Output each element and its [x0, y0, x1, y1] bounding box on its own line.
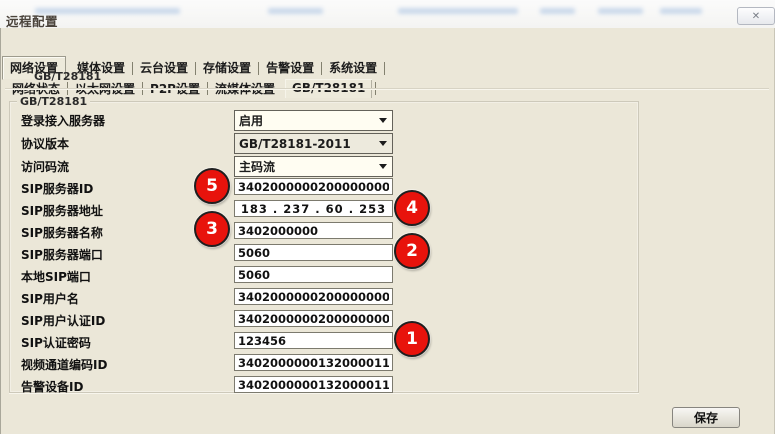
- annotation-badge-2: 2: [394, 233, 430, 269]
- sip-server-port-input[interactable]: [234, 244, 393, 261]
- sip-server-id-input[interactable]: [234, 178, 393, 195]
- select-value: GB/T28181-2011: [239, 137, 351, 151]
- page-divider: [5, 88, 769, 89]
- select-value: 主码流: [239, 158, 275, 175]
- field-label: SIP服务器端口: [21, 246, 103, 263]
- close-button[interactable]: ✕: [737, 7, 775, 25]
- form-row: SIP认证密码: [13, 332, 641, 353]
- form-row: 协议版本 GB/T28181-2011: [13, 133, 641, 154]
- page-section-label: GB/T28181: [34, 70, 101, 83]
- login-access-server-select[interactable]: 启用: [234, 110, 393, 131]
- save-button[interactable]: 保存: [672, 407, 740, 428]
- chevron-down-icon: [379, 141, 387, 146]
- field-label: 登录接入服务器: [21, 112, 105, 129]
- tab-storage-settings[interactable]: 存储设置: [196, 57, 258, 79]
- field-label: SIP认证密码: [21, 334, 91, 351]
- form-row: 告警设备ID: [13, 376, 641, 397]
- form-row: SIP服务器名称: [13, 222, 641, 243]
- tab-ptz-settings[interactable]: 云台设置: [133, 57, 195, 79]
- form-row: 访问码流 主码流: [13, 156, 641, 177]
- video-channel-encoding-id-input[interactable]: [234, 354, 393, 371]
- background-blur: [268, 8, 323, 14]
- alarm-device-id-input[interactable]: [234, 376, 393, 393]
- select-value: 启用: [239, 112, 263, 129]
- tab-system-settings[interactable]: 系统设置: [322, 57, 384, 79]
- sip-auth-password-input[interactable]: [234, 332, 393, 349]
- form-row: SIP用户认证ID: [13, 310, 641, 331]
- field-label: 告警设备ID: [21, 378, 83, 395]
- background-blur: [398, 8, 518, 14]
- tab-separator: [384, 62, 385, 75]
- form-row: SIP用户名: [13, 288, 641, 309]
- form-row: 本地SIP端口: [13, 266, 641, 287]
- field-label: 视频通道编码ID: [21, 356, 107, 373]
- remote-config-dialog: 远程配置 ✕ 网络设置 媒体设置 云台设置 存储设置 告警设置 系统设置 网络状…: [0, 0, 775, 434]
- annotation-badge-1: 1: [394, 321, 430, 357]
- form-row: 登录接入服务器 启用: [13, 110, 641, 131]
- title-bar: 远程配置 ✕: [0, 0, 775, 28]
- field-label: 本地SIP端口: [21, 268, 91, 285]
- sip-username-input[interactable]: [234, 288, 393, 305]
- annotation-badge-5: 5: [194, 168, 230, 204]
- groupbox-legend: GB/T28181: [17, 95, 90, 108]
- window-title: 远程配置: [6, 11, 58, 28]
- field-label: SIP服务器名称: [21, 224, 103, 241]
- background-blur: [540, 8, 575, 14]
- annotation-badge-3: 3: [194, 211, 230, 247]
- form-row: 视频通道编码ID: [13, 354, 641, 375]
- dialog-body: 网络设置 媒体设置 云台设置 存储设置 告警设置 系统设置 网络状态 以太网设置…: [0, 28, 775, 434]
- field-label: SIP用户名: [21, 290, 79, 307]
- field-label: 协议版本: [21, 135, 69, 152]
- form-row: SIP服务器端口: [13, 244, 641, 265]
- access-stream-select[interactable]: 主码流: [234, 156, 393, 177]
- chevron-down-icon: [379, 164, 387, 169]
- annotation-badge-4: 4: [394, 190, 430, 226]
- field-label: SIP服务器ID: [21, 180, 93, 197]
- sip-server-name-input[interactable]: [234, 222, 393, 239]
- form-row: SIP服务器地址: [13, 200, 641, 221]
- field-label: SIP服务器地址: [21, 202, 103, 219]
- protocol-version-select[interactable]: GB/T28181-2011: [234, 133, 393, 154]
- form-row: SIP服务器ID: [13, 178, 641, 199]
- chevron-down-icon: [379, 118, 387, 123]
- field-label: SIP用户认证ID: [21, 312, 105, 329]
- field-label: 访问码流: [21, 158, 69, 175]
- local-sip-port-input[interactable]: [234, 266, 393, 283]
- sip-user-auth-id-input[interactable]: [234, 310, 393, 327]
- close-icon: ✕: [752, 11, 760, 22]
- background-blur: [660, 8, 702, 14]
- sip-server-address-input[interactable]: [234, 200, 393, 217]
- background-blur: [598, 8, 643, 14]
- tab-alarm-settings[interactable]: 告警设置: [259, 57, 321, 79]
